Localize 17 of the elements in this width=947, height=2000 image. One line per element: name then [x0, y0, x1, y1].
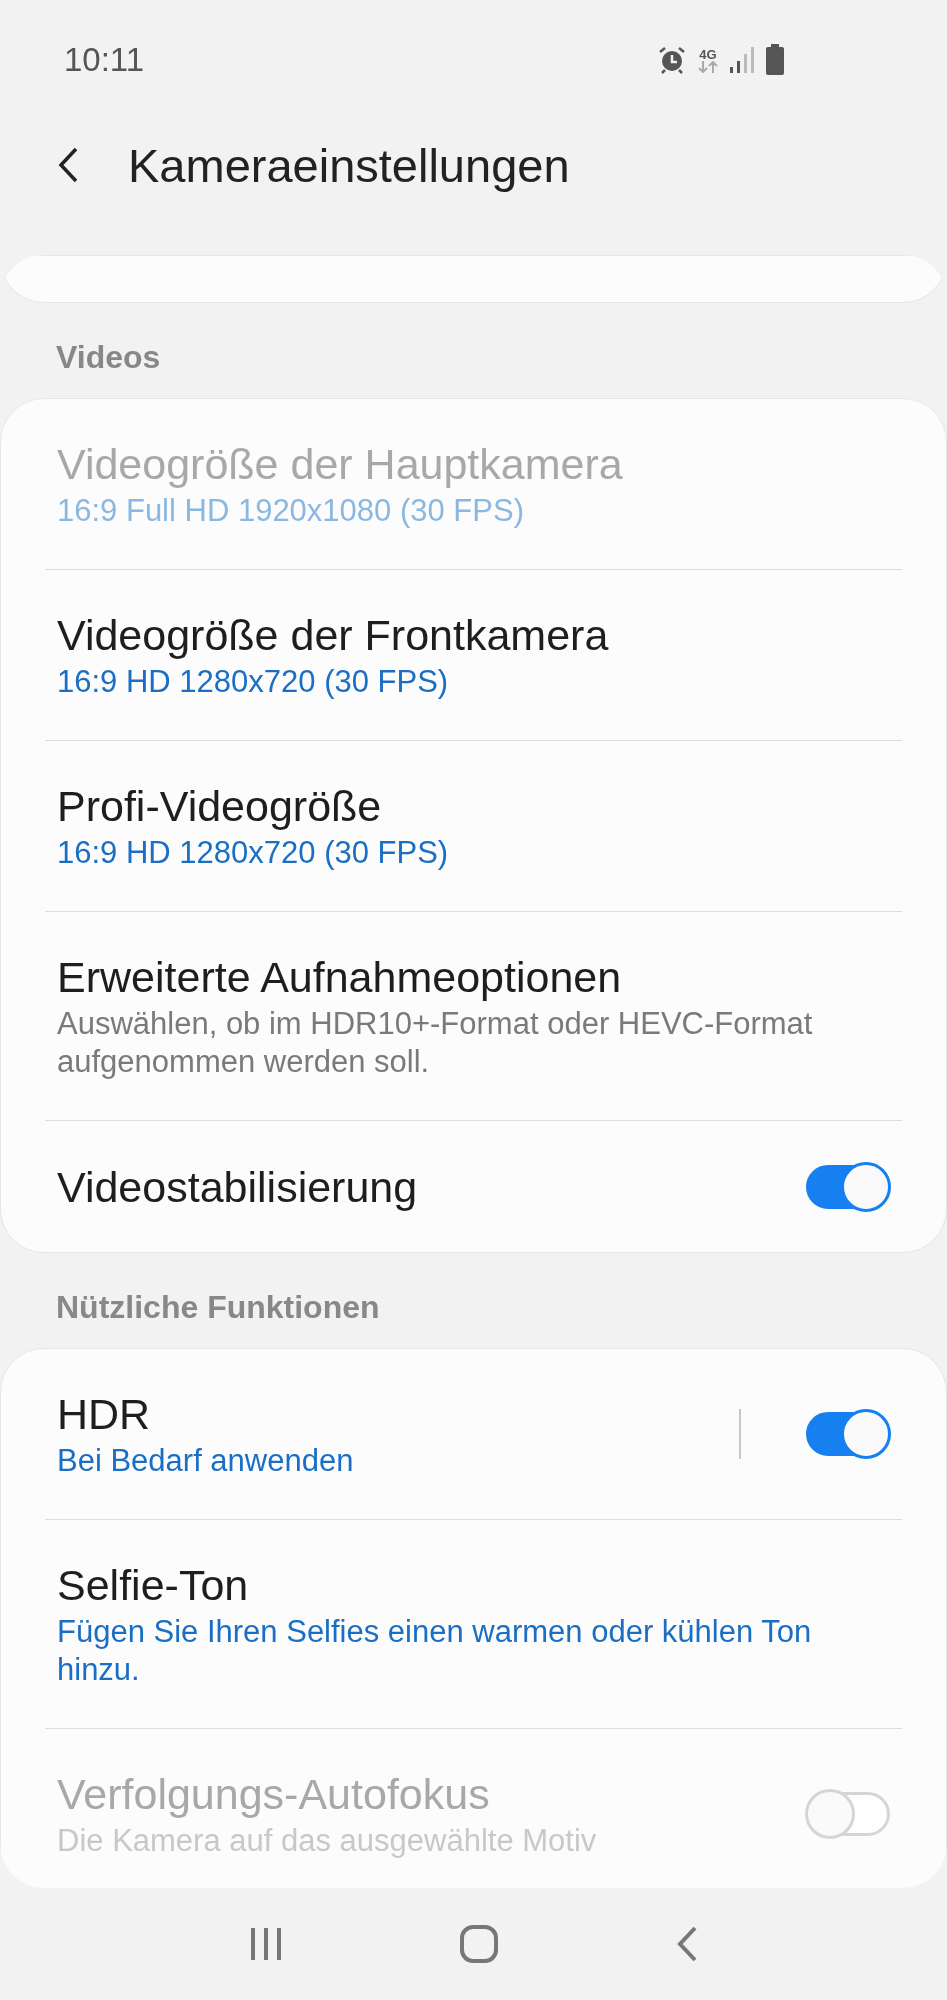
settings-item[interactable]: Profi-Videogröße 16:9 HD 1280x720 (30 FPS)	[1, 741, 946, 911]
section-header: Nützliche Funktionen	[55, 1288, 381, 1327]
settings-item[interactable]: Videostabilisierung	[1, 1121, 946, 1252]
battery-icon	[765, 44, 785, 76]
settings-item[interactable]: Videogröße der Frontkamera 16:9 HD 1280x720 (30 FPS)	[1, 570, 946, 740]
signal-icon	[729, 46, 755, 74]
home-icon[interactable]	[460, 1925, 499, 1963]
settings-item[interactable]: Selfie-Ton Fügen Sie Ihren Selfies einen warmen oder kühlen Ton hinzu.	[1, 1520, 946, 1728]
settings-item[interactable]: Erweiterte Aufnahmeoptionen Auswählen, ob im HDR10+-Format oder HEVC-Format aufgenommen werden soll.	[1, 912, 946, 1120]
back-button[interactable]	[56, 146, 80, 184]
toggle-switch[interactable]	[806, 1164, 890, 1209]
page-title: Kameraeinstellungen	[128, 137, 570, 193]
clock: 10:11	[64, 41, 145, 79]
settings-item[interactable]: HDR Bei Bedarf anwenden	[1, 1349, 946, 1519]
toggle-switch[interactable]	[806, 1412, 890, 1456]
alarm-icon	[657, 45, 687, 75]
section-header: Videos	[55, 338, 162, 377]
